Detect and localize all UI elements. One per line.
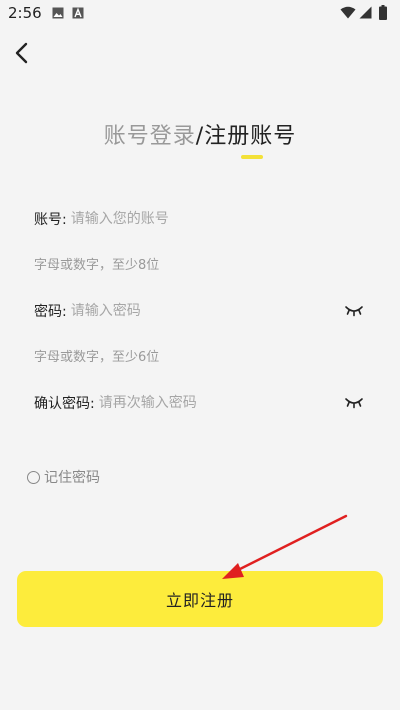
back-arrow-icon — [15, 42, 28, 64]
back-button[interactable] — [12, 40, 36, 66]
confirm-password-input[interactable] — [94, 390, 374, 416]
status-time: 2:56 — [8, 4, 42, 22]
a-icon — [72, 7, 84, 19]
account-label: 账号: — [34, 212, 67, 228]
title-separator: / — [195, 124, 205, 149]
register-tab-label: 注册账号 — [204, 124, 297, 149]
signal-icon — [359, 6, 372, 19]
wifi-icon — [340, 6, 356, 19]
account-hint: 字母或数字，至少8位 — [34, 258, 160, 273]
password-row: 密码: — [34, 297, 374, 325]
active-tab-underline — [241, 155, 263, 159]
register-tab[interactable]: 注册账号 — [204, 118, 297, 159]
eye-closed-icon[interactable] — [344, 393, 364, 411]
password-label: 密码: — [34, 304, 67, 320]
image-icon — [52, 7, 64, 19]
confirm-password-row: 确认密码: — [34, 389, 374, 417]
remember-password-label: 记住密码 — [44, 470, 100, 486]
battery-icon — [379, 5, 387, 20]
password-hint: 字母或数字，至少6位 — [34, 350, 160, 365]
status-bar: 2:56 — [0, 0, 400, 26]
radio-circle-icon — [27, 470, 40, 484]
eye-closed-icon[interactable] — [344, 301, 364, 319]
account-row: 账号: — [34, 205, 374, 233]
confirm-password-label: 确认密码: — [34, 396, 95, 412]
account-input[interactable] — [66, 206, 374, 232]
password-input[interactable] — [66, 298, 374, 324]
login-tab[interactable]: 账号登录 — [104, 124, 196, 149]
register-now-button[interactable]: 立即注册 — [17, 571, 383, 627]
remember-password-checkbox[interactable]: 记住密码 — [27, 467, 100, 487]
page-title: 账号登录/注册账号 — [0, 118, 400, 159]
